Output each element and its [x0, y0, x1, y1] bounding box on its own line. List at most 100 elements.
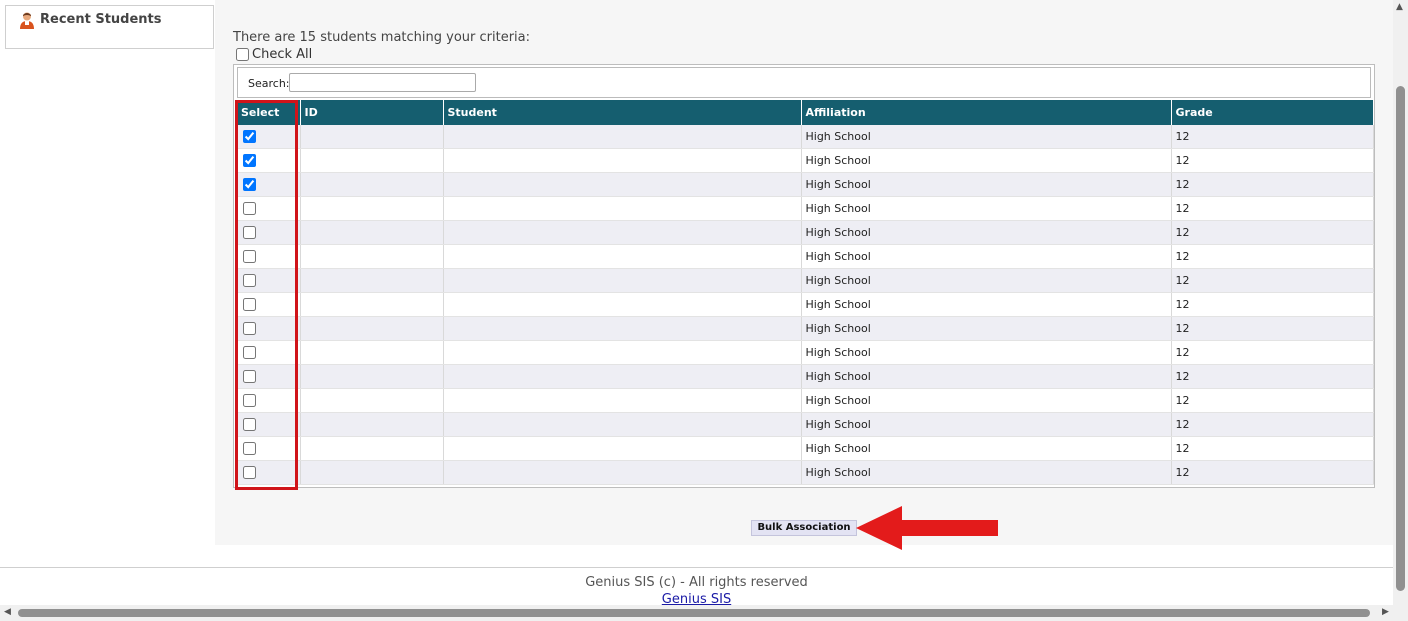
row-affiliation-cell: High School [801, 460, 1172, 485]
row-affiliation-cell: High School [801, 244, 1172, 269]
footer-divider [0, 567, 1393, 568]
row-student-cell [443, 316, 802, 341]
col-affiliation[interactable]: Affiliation [801, 100, 1172, 125]
col-student[interactable]: Student [443, 100, 802, 125]
search-label: Search: [248, 77, 290, 90]
row-student-cell [443, 244, 802, 269]
row-select-checkbox[interactable] [243, 370, 256, 384]
table-row: High School 12 [237, 460, 1374, 485]
table-row: High School 12 [237, 316, 1374, 341]
row-grade-cell: 12 [1171, 292, 1374, 317]
table-row: High School 12 [237, 412, 1374, 437]
table-row: High School 12 [237, 436, 1374, 461]
row-id-cell [300, 388, 444, 413]
table-row: High School 12 [237, 340, 1374, 365]
row-student-cell [443, 412, 802, 437]
row-select-checkbox[interactable] [243, 226, 256, 240]
row-select-cell [237, 292, 301, 317]
row-select-checkbox[interactable] [243, 202, 256, 216]
row-grade-cell: 12 [1171, 268, 1374, 293]
row-affiliation-cell: High School [801, 196, 1172, 221]
row-grade-cell: 12 [1171, 436, 1374, 461]
row-grade-cell: 12 [1171, 460, 1374, 485]
row-select-checkbox[interactable] [243, 418, 256, 432]
row-select-checkbox[interactable] [243, 130, 256, 144]
row-student-cell [443, 460, 802, 485]
row-student-cell [443, 436, 802, 461]
check-all[interactable]: Check All [236, 47, 312, 62]
row-select-checkbox[interactable] [243, 298, 256, 312]
row-id-cell [300, 436, 444, 461]
row-select-cell [237, 340, 301, 365]
row-id-cell [300, 172, 444, 197]
scroll-right-icon[interactable]: ▶ [1382, 607, 1389, 617]
check-all-checkbox[interactable] [236, 48, 249, 61]
row-select-checkbox[interactable] [243, 178, 256, 192]
row-affiliation-cell: High School [801, 388, 1172, 413]
table-row: High School 12 [237, 292, 1374, 317]
horizontal-scrollbar[interactable]: ◀ ▶ [0, 605, 1408, 621]
row-select-cell [237, 125, 301, 149]
row-id-cell [300, 460, 444, 485]
row-select-cell [237, 196, 301, 221]
row-select-cell [237, 460, 301, 485]
col-grade[interactable]: Grade [1171, 100, 1374, 125]
row-select-checkbox[interactable] [243, 394, 256, 408]
match-count-text: There are 15 students matching your crit… [233, 30, 531, 45]
search-input[interactable] [289, 73, 476, 92]
row-select-checkbox[interactable] [243, 466, 256, 480]
scroll-left-icon[interactable]: ◀ [4, 607, 11, 617]
bulk-association-button[interactable]: Bulk Association [751, 520, 857, 536]
row-select-cell [237, 244, 301, 269]
col-select[interactable]: Select [237, 100, 301, 125]
row-id-cell [300, 148, 444, 173]
table-row: High School 12 [237, 220, 1374, 245]
row-select-cell [237, 412, 301, 437]
horizontal-scroll-thumb[interactable] [18, 609, 1370, 617]
row-select-checkbox[interactable] [243, 250, 256, 264]
recent-students-panel: Recent Students [5, 5, 214, 49]
row-select-cell [237, 220, 301, 245]
vertical-scrollbar[interactable]: ▲ [1393, 0, 1408, 605]
table-row: High School 12 [237, 388, 1374, 413]
row-id-cell [300, 196, 444, 221]
row-student-cell [443, 388, 802, 413]
row-select-cell [237, 436, 301, 461]
table-row: High School 12 [237, 172, 1374, 197]
row-grade-cell: 12 [1171, 172, 1374, 197]
row-id-cell [300, 292, 444, 317]
row-select-checkbox[interactable] [243, 346, 256, 360]
row-select-checkbox[interactable] [243, 322, 256, 336]
row-id-cell [300, 268, 444, 293]
row-select-cell [237, 388, 301, 413]
row-select-cell [237, 316, 301, 341]
row-select-checkbox[interactable] [243, 274, 256, 288]
footer-copyright: Genius SIS (c) - All rights reserved [585, 575, 808, 590]
row-id-cell [300, 125, 444, 149]
row-student-cell [443, 172, 802, 197]
red-arrow-annotation [856, 506, 998, 550]
row-affiliation-cell: High School [801, 172, 1172, 197]
col-id[interactable]: ID [300, 100, 444, 125]
table-row: High School 12 [237, 364, 1374, 389]
recent-students-title[interactable]: Recent Students [40, 12, 162, 27]
student-avatar-icon [20, 12, 34, 29]
row-select-checkbox[interactable] [243, 442, 256, 456]
row-select-cell [237, 268, 301, 293]
row-select-checkbox[interactable] [243, 154, 256, 168]
row-grade-cell: 12 [1171, 316, 1374, 341]
search-bar: Search: [237, 67, 1371, 98]
scroll-up-icon[interactable]: ▲ [1396, 2, 1403, 12]
vertical-scroll-thumb[interactable] [1396, 86, 1405, 591]
row-affiliation-cell: High School [801, 292, 1172, 317]
row-affiliation-cell: High School [801, 412, 1172, 437]
row-grade-cell: 12 [1171, 412, 1374, 437]
table-row: High School 12 [237, 196, 1374, 221]
row-affiliation-cell: High School [801, 340, 1172, 365]
row-affiliation-cell: High School [801, 316, 1172, 341]
row-grade-cell: 12 [1171, 244, 1374, 269]
row-id-cell [300, 412, 444, 437]
row-select-cell [237, 172, 301, 197]
row-id-cell [300, 316, 444, 341]
row-affiliation-cell: High School [801, 364, 1172, 389]
